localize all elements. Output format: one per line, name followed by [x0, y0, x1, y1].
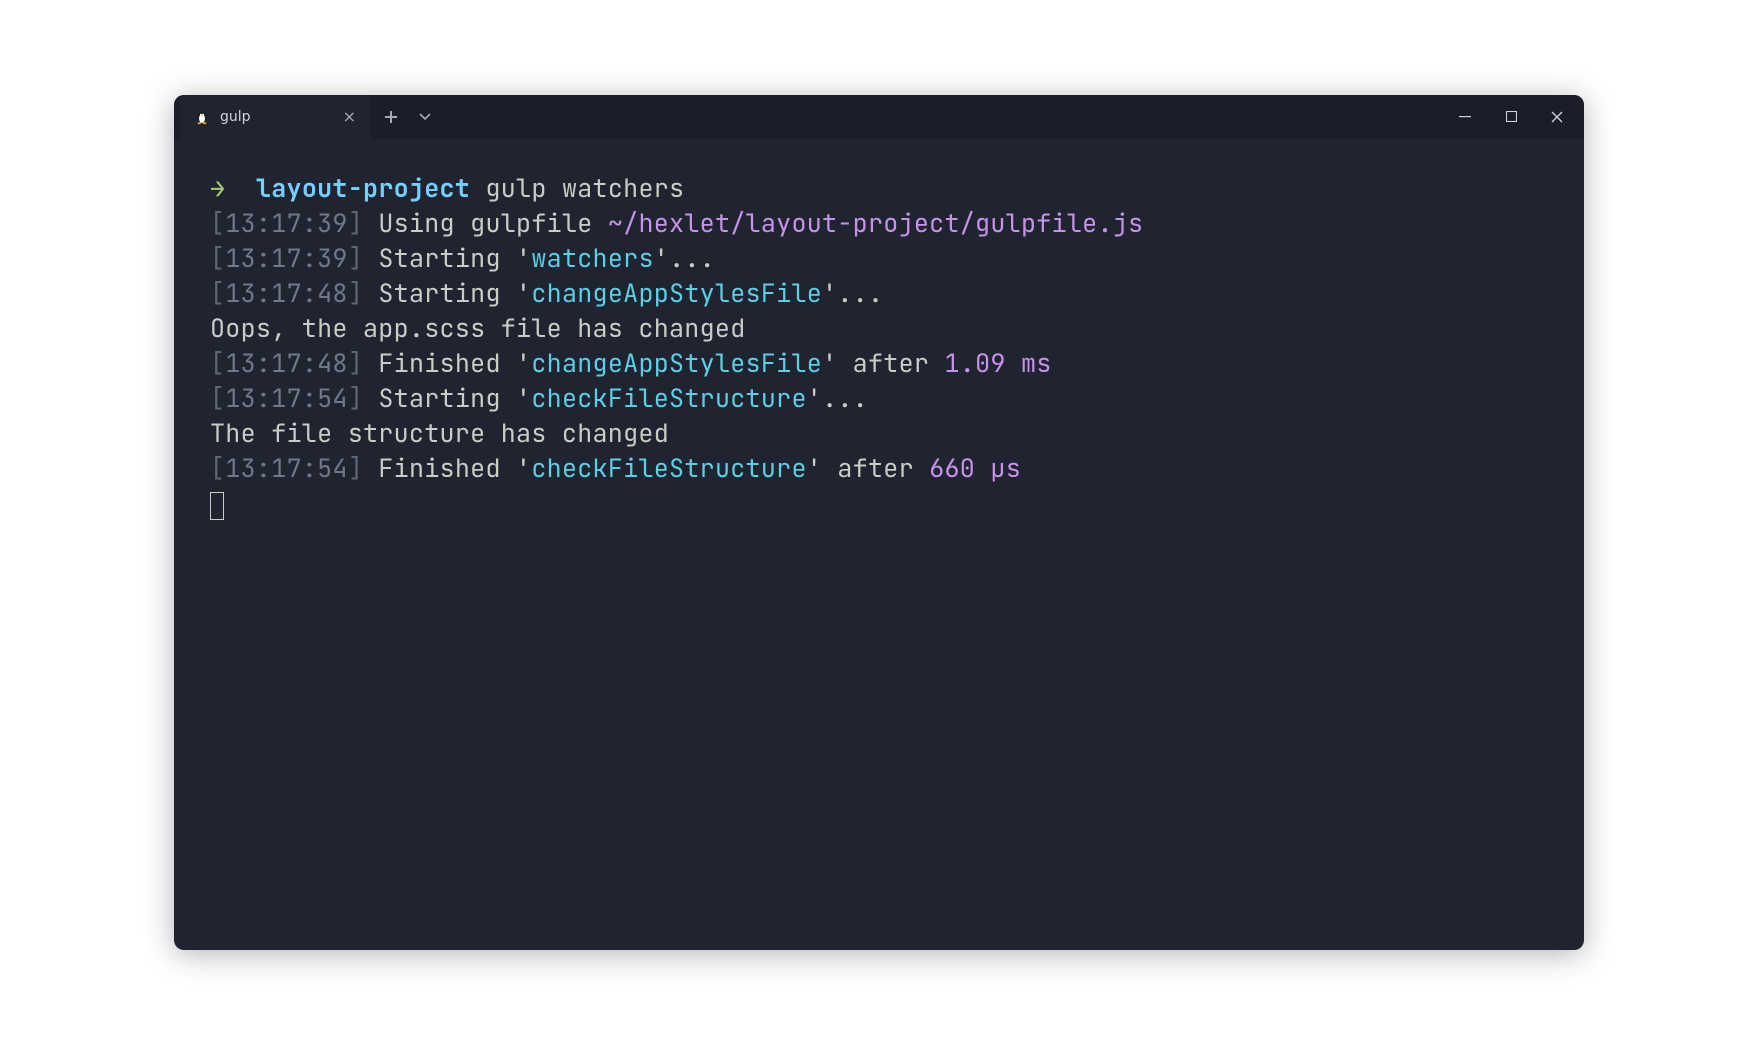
timestamp: 13:17:39 — [225, 241, 347, 275]
after: after — [822, 451, 929, 485]
timestamp: 13:17:48 — [225, 346, 347, 380]
task-name: changeAppStylesFile — [531, 276, 822, 310]
maximize-button[interactable] — [1488, 95, 1534, 139]
tab-title: gulp — [220, 109, 251, 125]
prompt-command: gulp watchers — [485, 171, 684, 205]
prompt-arrow: → — [210, 171, 225, 205]
plus-icon — [385, 111, 397, 123]
task-name: checkFileStructure — [531, 381, 806, 415]
tab-dropdown-button[interactable] — [410, 102, 440, 132]
duration: 1.09 ms — [944, 346, 1051, 380]
after: after — [837, 346, 944, 380]
chevron-down-icon — [419, 111, 431, 123]
window-controls — [1442, 95, 1584, 139]
penguin-icon — [194, 109, 210, 125]
terminal-output[interactable]: → layout-project gulp watchers [13:17:39… — [174, 139, 1584, 950]
tab-actions — [376, 102, 440, 132]
tab-gulp[interactable]: gulp × — [180, 95, 370, 139]
terminal-window: gulp × → layout-project gulp watchers [1… — [174, 95, 1584, 950]
duration: 660 μs — [929, 451, 1021, 485]
dots: ... — [669, 241, 715, 275]
timestamp: 13:17:39 — [225, 206, 347, 240]
log-message: The file structure has changed — [210, 416, 669, 450]
gulpfile-path: ~/hexlet/layout-project/gulpfile.js — [608, 206, 1144, 240]
prompt-cwd: layout-project — [256, 171, 470, 205]
close-window-button[interactable] — [1534, 95, 1580, 139]
log-verb: Starting — [378, 381, 500, 415]
log-message: Oops, the app.scss file has changed — [210, 311, 746, 345]
minimize-button[interactable] — [1442, 95, 1488, 139]
timestamp: 13:17:48 — [225, 276, 347, 310]
titlebar[interactable]: gulp × — [174, 95, 1584, 139]
maximize-icon — [1506, 111, 1517, 122]
log-verb: Finished — [378, 451, 500, 485]
task-name: checkFileStructure — [531, 451, 806, 485]
log-verb: Starting — [378, 276, 500, 310]
minimize-icon — [1459, 111, 1471, 123]
log-verb: Using gulpfile — [378, 206, 592, 240]
terminal-cursor — [210, 492, 224, 520]
task-name: watchers — [531, 241, 653, 275]
close-icon — [1551, 111, 1563, 123]
timestamp: 13:17:54 — [225, 451, 347, 485]
dots: ... — [837, 276, 883, 310]
close-tab-icon[interactable]: × — [343, 109, 356, 125]
timestamp: 13:17:54 — [225, 381, 347, 415]
new-tab-button[interactable] — [376, 102, 406, 132]
dots: ... — [822, 381, 868, 415]
log-verb: Starting — [378, 241, 500, 275]
task-name: changeAppStylesFile — [531, 346, 822, 380]
log-verb: Finished — [378, 346, 500, 380]
